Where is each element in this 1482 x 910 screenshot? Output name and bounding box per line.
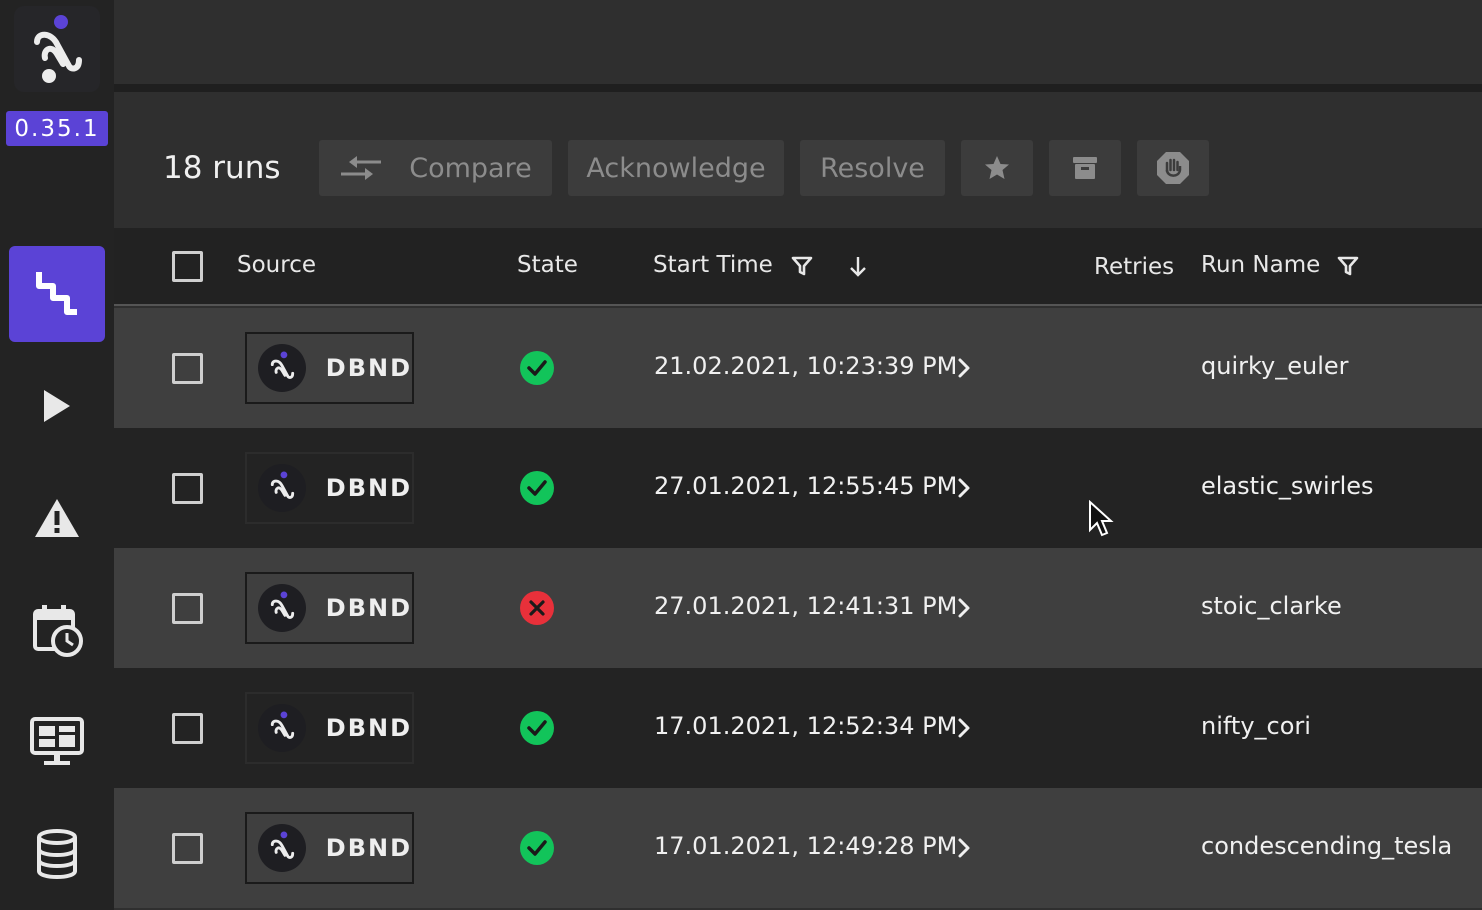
source-label: DBND xyxy=(325,354,412,382)
success-state-icon xyxy=(520,831,554,865)
sidebar-item-schedule[interactable] xyxy=(9,582,105,678)
column-header-start-time[interactable]: Start Time xyxy=(653,252,773,278)
source-logo xyxy=(258,704,306,752)
start-time-value: 27.01.2021, 12:41:31 PM xyxy=(654,592,958,620)
table-row[interactable]: DBND 27.01.2021, 12:41:31 PM stoic_clarke xyxy=(114,548,1482,668)
archive-icon xyxy=(1073,157,1097,179)
star-button[interactable] xyxy=(961,140,1033,196)
column-header-state[interactable]: State xyxy=(517,252,578,278)
version-badge: 0.35.1 xyxy=(6,111,108,146)
sidebar-item-alerts[interactable] xyxy=(9,470,105,566)
source-badge[interactable]: DBND xyxy=(245,572,414,644)
archive-button[interactable] xyxy=(1049,140,1121,196)
run-name-link[interactable]: stoic_clarke xyxy=(1201,592,1342,620)
source-logo xyxy=(258,824,306,872)
table-row[interactable]: DBND 17.01.2021, 12:52:34 PM nifty_cori xyxy=(114,668,1482,788)
warning-icon xyxy=(35,499,79,537)
column-header-source[interactable]: Source xyxy=(237,252,316,278)
table-row[interactable]: DBND 27.01.2021, 12:55:45 PM elastic_swirl… xyxy=(114,428,1482,548)
source-badge[interactable]: DBND xyxy=(245,692,414,764)
run-name-link[interactable]: nifty_cori xyxy=(1201,712,1311,740)
dbnd-logo-icon xyxy=(270,591,295,619)
top-bar xyxy=(114,0,1482,84)
table-row[interactable]: DBND 21.02.2021, 10:23:39 PM quirky_euler xyxy=(114,308,1482,428)
source-logo xyxy=(258,464,306,512)
success-state-icon xyxy=(520,711,554,745)
sidebar-item-datastore[interactable] xyxy=(9,806,105,902)
success-state-icon xyxy=(520,471,554,505)
chevron-right-icon[interactable] xyxy=(957,597,971,619)
source-label: DBND xyxy=(325,714,412,742)
source-badge[interactable]: DBND xyxy=(245,812,414,884)
sidebar-item-monitor[interactable] xyxy=(9,694,105,790)
compare-label: Compare xyxy=(409,152,532,184)
acknowledge-button[interactable]: Acknowledge xyxy=(568,140,784,196)
dbnd-logo-icon xyxy=(270,831,295,859)
start-time-value: 17.01.2021, 12:49:28 PM xyxy=(654,832,958,860)
compare-arrows-icon xyxy=(341,156,382,180)
pipeline-icon xyxy=(36,272,77,315)
select-all-checkbox[interactable] xyxy=(172,251,203,282)
play-icon xyxy=(44,390,70,422)
source-logo xyxy=(258,584,306,632)
top-bar-divider xyxy=(114,84,1482,92)
sort-descending-icon[interactable] xyxy=(848,255,868,279)
source-logo xyxy=(258,344,306,392)
runs-count: 18 runs xyxy=(163,150,281,186)
start-time-value: 27.01.2021, 12:55:45 PM xyxy=(654,472,958,500)
column-header-retries[interactable]: Retries xyxy=(1094,254,1174,280)
start-time-value: 17.01.2021, 12:52:34 PM xyxy=(654,712,958,740)
failed-state-icon xyxy=(520,591,554,625)
hand-stop-icon xyxy=(1157,152,1189,184)
success-state-icon xyxy=(520,351,554,385)
dbnd-logo-icon xyxy=(270,471,295,499)
resolve-button[interactable]: Resolve xyxy=(800,140,945,196)
sidebar-item-play[interactable] xyxy=(9,358,105,454)
row-checkbox[interactable] xyxy=(172,353,203,384)
database-icon xyxy=(37,829,77,879)
chevron-right-icon[interactable] xyxy=(957,837,971,859)
run-name-filter-icon[interactable] xyxy=(1337,256,1359,276)
sidebar: 0.35.1 xyxy=(0,0,114,910)
dbnd-logo-icon xyxy=(34,15,82,83)
dbnd-logo-icon xyxy=(270,351,295,379)
compare-button[interactable]: Compare xyxy=(319,140,552,196)
column-header-run-name[interactable]: Run Name xyxy=(1201,252,1320,278)
star-icon xyxy=(985,156,1009,179)
runs-toolbar: 18 runs Compare Acknowledge Resolve xyxy=(114,92,1482,228)
table-row[interactable]: DBND 17.01.2021, 12:49:28 PM condescending… xyxy=(114,788,1482,908)
start-time-value: 21.02.2021, 10:23:39 PM xyxy=(654,352,958,380)
sidebar-item-runs[interactable] xyxy=(9,246,105,342)
row-checkbox[interactable] xyxy=(172,833,203,864)
source-label: DBND xyxy=(325,474,412,502)
chevron-right-icon[interactable] xyxy=(957,477,971,499)
mouse-cursor-icon xyxy=(1089,500,1114,537)
row-checkbox[interactable] xyxy=(172,473,203,504)
source-badge[interactable]: DBND xyxy=(245,332,414,404)
row-checkbox[interactable] xyxy=(172,593,203,624)
row-checkbox[interactable] xyxy=(172,713,203,744)
app-logo[interactable] xyxy=(14,6,100,92)
run-name-link[interactable]: condescending_tesla xyxy=(1201,832,1452,860)
monitor-dashboard-icon xyxy=(30,717,84,765)
run-name-link[interactable]: elastic_swirles xyxy=(1201,472,1374,500)
start-time-filter-icon[interactable] xyxy=(791,256,813,276)
source-badge[interactable]: DBND xyxy=(245,452,414,524)
chevron-right-icon[interactable] xyxy=(957,357,971,379)
source-label: DBND xyxy=(325,834,412,862)
calendar-clock-icon xyxy=(33,605,83,657)
table-header: Source State Start Time Retries Run Name xyxy=(114,228,1482,306)
stop-button[interactable] xyxy=(1137,140,1209,196)
dbnd-logo-icon xyxy=(270,711,295,739)
run-name-link[interactable]: quirky_euler xyxy=(1201,352,1349,380)
source-label: DBND xyxy=(325,594,412,622)
chevron-right-icon[interactable] xyxy=(957,717,971,739)
